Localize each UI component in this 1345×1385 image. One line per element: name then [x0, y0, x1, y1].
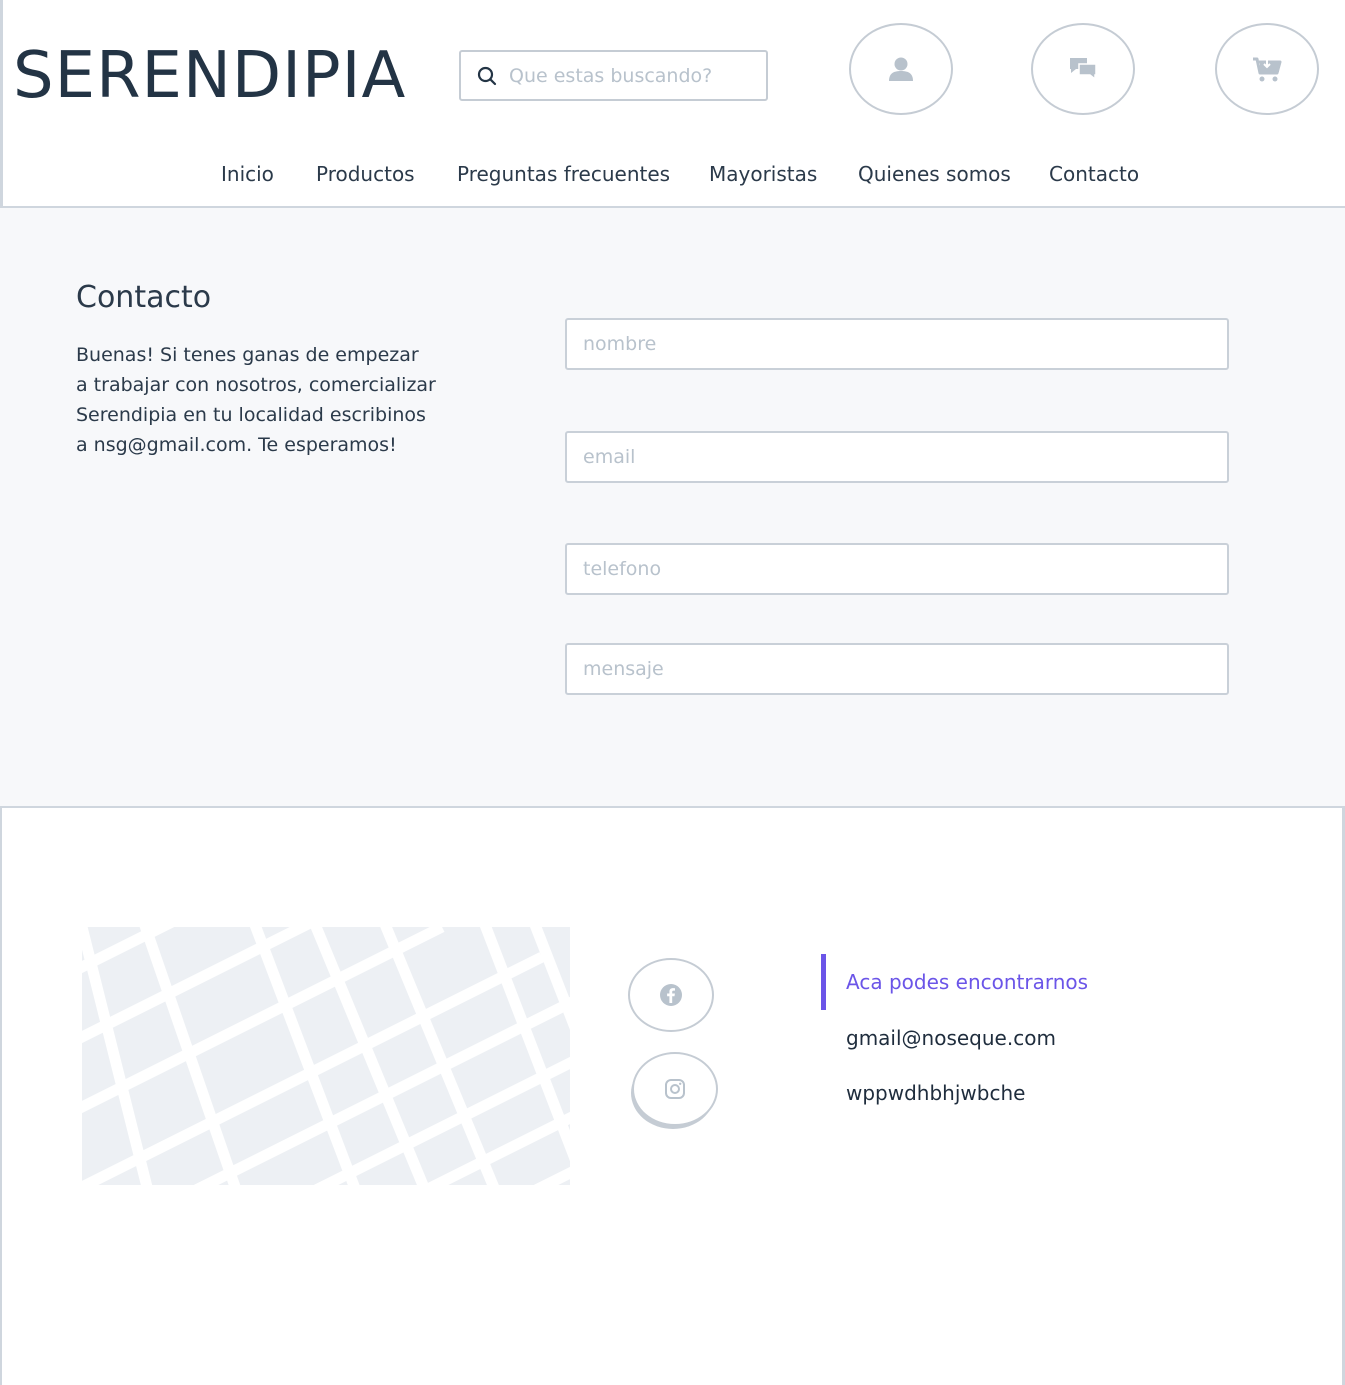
- instagram-icon: [665, 1079, 685, 1099]
- facebook-button[interactable]: [628, 958, 714, 1032]
- info-accent-bar: [821, 954, 826, 1010]
- email-field-wrapper: [565, 431, 1229, 483]
- account-button[interactable]: [849, 23, 953, 115]
- nav-item-mayoristas[interactable]: Mayoristas: [709, 160, 817, 188]
- footer-extra-info: wppwdhbhjwbche: [846, 1081, 1026, 1105]
- map-image[interactable]: [82, 927, 570, 1185]
- cart-icon: [1253, 57, 1282, 82]
- user-icon: [889, 57, 913, 81]
- contact-description: Buenas! Si tenes ganas de empezar a trab…: [76, 344, 436, 456]
- info-title: Aca podes encontrarnos: [846, 970, 1089, 994]
- site-logo[interactable]: SERENDIPIA: [13, 38, 406, 114]
- search-input[interactable]: [509, 60, 759, 92]
- site-header: SERENDIPIA Inicio Productos Pregunta: [0, 0, 1345, 208]
- footer-email[interactable]: gmail@noseque.com: [846, 1024, 1056, 1052]
- contact-title: Contacto: [76, 280, 212, 315]
- main-nav: Inicio Productos Preguntas frecuentes Ma…: [3, 160, 1345, 192]
- phone-field[interactable]: [567, 545, 1227, 593]
- nav-item-quienes-somos[interactable]: Quienes somos: [858, 160, 1011, 188]
- message-field[interactable]: [567, 645, 1227, 693]
- cart-button[interactable]: [1215, 23, 1319, 115]
- email-field[interactable]: [567, 433, 1227, 481]
- nav-item-productos[interactable]: Productos: [316, 160, 415, 188]
- nav-item-preguntas-frecuentes[interactable]: Preguntas frecuentes: [457, 160, 670, 188]
- phone-field-wrapper: [565, 543, 1229, 595]
- nav-item-contacto[interactable]: Contacto: [1049, 160, 1139, 188]
- nav-item-inicio[interactable]: Inicio: [221, 160, 274, 188]
- facebook-icon: [660, 984, 682, 1006]
- name-field[interactable]: [567, 320, 1227, 368]
- site-footer: Aca podes encontrarnos gmail@noseque.com…: [0, 806, 1345, 1385]
- chat-icon: [1070, 58, 1097, 81]
- message-field-wrapper: [565, 643, 1229, 695]
- name-field-wrapper: [565, 318, 1229, 370]
- instagram-button[interactable]: [632, 1052, 718, 1126]
- search-box[interactable]: [459, 50, 768, 101]
- map-illustration: [82, 927, 570, 1185]
- search-icon: [477, 66, 497, 86]
- contact-section: Contacto Buenas! Si tenes ganas de empez…: [0, 208, 1345, 806]
- chat-button[interactable]: [1031, 23, 1135, 115]
